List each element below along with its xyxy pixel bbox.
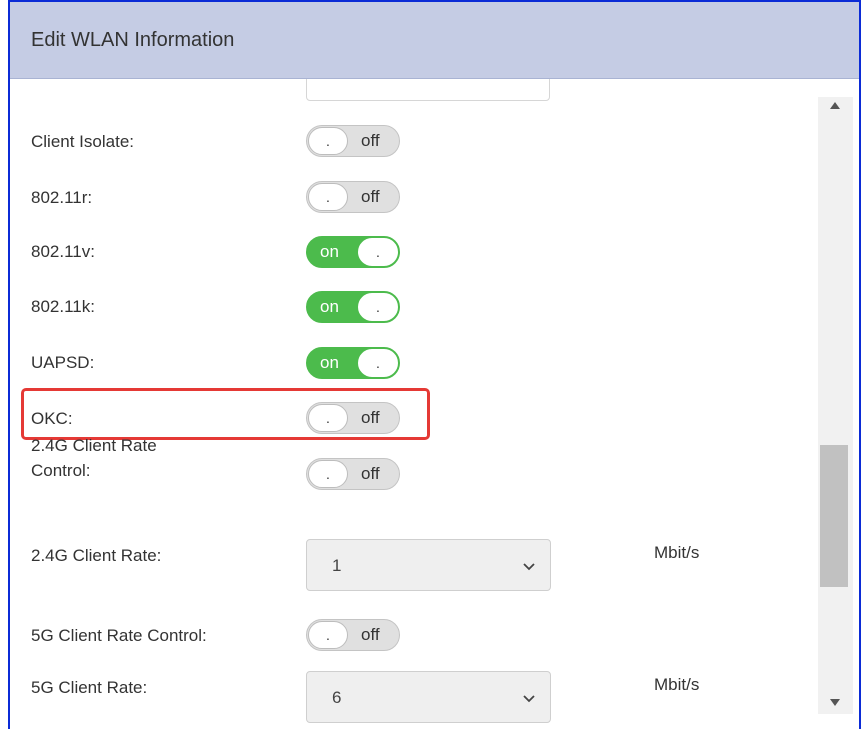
80211v-label: 802.11v:: [31, 242, 95, 261]
scrollbar-thumb[interactable]: [820, 445, 848, 587]
2g-client-rate-control-toggle[interactable]: . off: [306, 458, 400, 490]
80211r-label: 802.11r:: [31, 188, 93, 207]
2g-client-rate-select[interactable]: 1: [306, 539, 551, 591]
5g-client-rate-control-label: 5G Client Rate Control:: [31, 626, 207, 645]
toggle-knob: .: [308, 183, 348, 211]
5g-client-rate-select[interactable]: 6: [306, 671, 551, 723]
toggle-knob: .: [308, 460, 348, 488]
5g-client-rate-control-toggle[interactable]: . off: [306, 619, 400, 651]
label-line-1: 2.4G Client Rate: [31, 436, 157, 455]
vertical-scrollbar[interactable]: [818, 97, 853, 714]
toggle-knob: .: [308, 621, 348, 649]
2g-client-rate-control-label: 2.4G Client Rate Control:: [31, 433, 157, 483]
toggle-state-text: off: [361, 625, 380, 644]
dialog-header: Edit WLAN Information: [10, 2, 859, 79]
edit-wlan-dialog: Edit WLAN Information Client Isolate: . …: [8, 0, 861, 729]
chevron-down-icon: [523, 563, 535, 571]
toggle-state-text: off: [361, 408, 380, 427]
toggle-state-text: off: [361, 464, 380, 483]
chevron-down-icon: [523, 695, 535, 703]
toggle-knob: .: [358, 238, 398, 266]
okc-label: OKC:: [31, 409, 73, 428]
select-value: 1: [332, 556, 342, 575]
toggle-knob: .: [308, 127, 348, 155]
80211k-label: 802.11k:: [31, 297, 95, 316]
80211v-toggle[interactable]: on .: [306, 236, 400, 268]
uapsd-label: UAPSD:: [31, 353, 95, 372]
client-isolate-label: Client Isolate:: [31, 132, 134, 151]
partial-input-field[interactable]: [306, 79, 550, 101]
2g-client-rate-unit: Mbit/s: [654, 543, 700, 562]
toggle-knob: .: [308, 404, 348, 432]
dialog-title: Edit WLAN Information: [31, 28, 235, 51]
2g-client-rate-label: 2.4G Client Rate:: [31, 546, 162, 565]
toggle-knob: .: [358, 349, 398, 377]
label-line-2: Control:: [31, 461, 91, 480]
toggle-state-text: off: [361, 187, 380, 206]
80211r-toggle[interactable]: . off: [306, 181, 400, 213]
toggle-state-text: on: [320, 353, 339, 372]
uapsd-toggle[interactable]: on .: [306, 347, 400, 379]
arrow-down-icon[interactable]: [828, 697, 842, 709]
dialog-body: Client Isolate: . off 802.11r: . off 802…: [10, 79, 859, 729]
5g-client-rate-unit: Mbit/s: [654, 675, 700, 694]
toggle-state-text: on: [320, 242, 339, 261]
toggle-state-text: on: [320, 297, 339, 316]
select-value: 6: [332, 688, 342, 707]
80211k-toggle[interactable]: on .: [306, 291, 400, 323]
arrow-up-icon[interactable]: [828, 99, 842, 111]
toggle-state-text: off: [361, 131, 380, 150]
5g-client-rate-label: 5G Client Rate:: [31, 678, 148, 697]
toggle-knob: .: [358, 293, 398, 321]
client-isolate-toggle[interactable]: . off: [306, 125, 400, 157]
okc-toggle[interactable]: . off: [306, 402, 400, 434]
